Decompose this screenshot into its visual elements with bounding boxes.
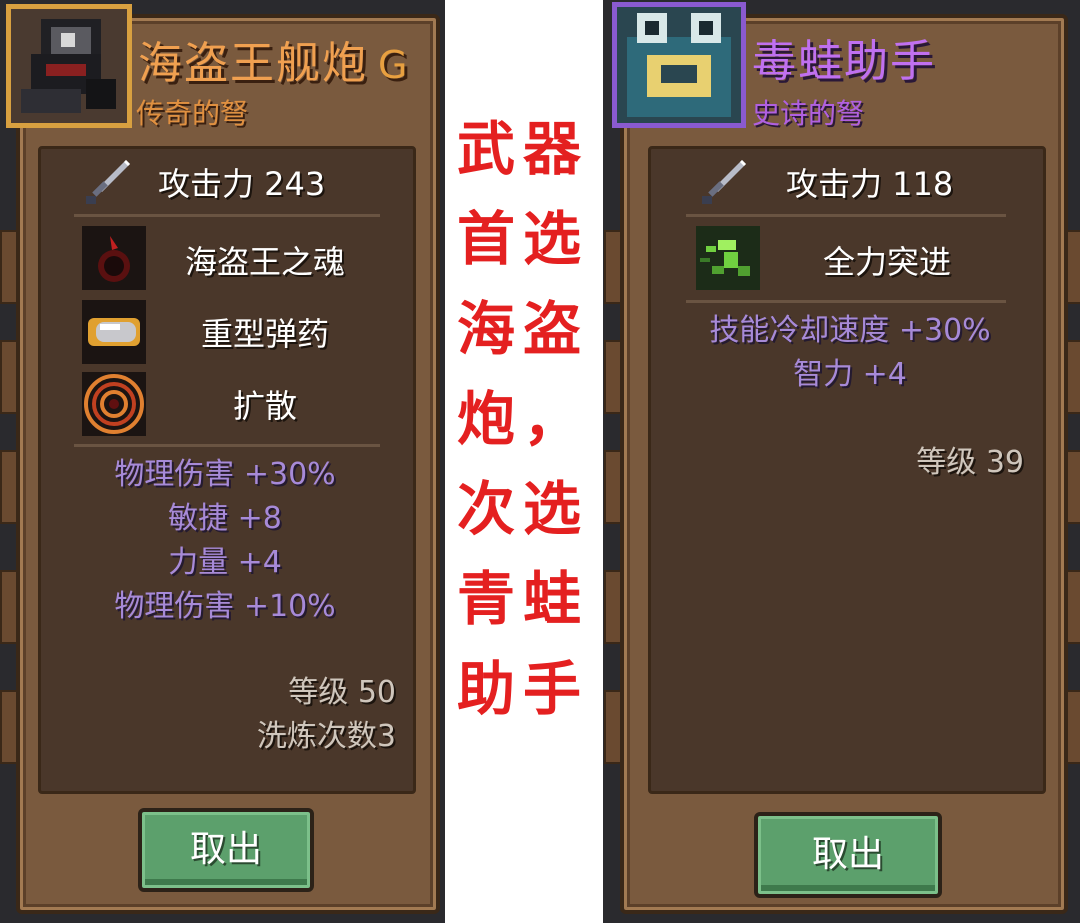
divider: [74, 214, 380, 217]
item-grade: G: [378, 43, 410, 87]
annotation-char: 海: [456, 295, 515, 363]
dash-icon: [700, 240, 750, 276]
annotation-column-2: 器 选 盗 ， 选 蛙 手: [522, 104, 582, 734]
stat-line: 技能冷却速度 +30%: [709, 313, 991, 348]
annotation-char: 手: [522, 655, 581, 723]
annotation-char: 炮: [456, 385, 515, 453]
annotation-char: 首: [456, 205, 515, 273]
item-name-right: 毒蛙助手: [752, 36, 936, 87]
stat-line: 物理伤害 +30%: [114, 457, 336, 492]
frog-icon: [617, 7, 741, 123]
annotation-char: 次: [456, 475, 515, 543]
skill-icon-slot: [696, 226, 760, 290]
side-tab: [1066, 690, 1080, 764]
sword-icon: [702, 160, 746, 204]
side-tab: [1066, 340, 1080, 414]
sword-icon: [86, 160, 130, 204]
divider: [686, 214, 1006, 217]
attack-stat-left: 攻击力 243: [158, 165, 326, 203]
side-tab: [1066, 570, 1080, 644]
annotation-column-1: 武 首 海 炮 次 青 助: [456, 104, 516, 734]
stat-line: 物理伤害 +10%: [114, 589, 336, 624]
skill-label: 全力突进: [822, 243, 951, 281]
annotation-char: ，: [522, 385, 581, 453]
divider: [74, 444, 380, 447]
annotation-char: 蛙: [522, 565, 581, 633]
stat-line: 敏捷 +8: [168, 501, 282, 536]
skill-label: 海盗王之魂: [184, 243, 345, 281]
attack-stat-right: 攻击力 118: [786, 165, 954, 203]
item-rarity-right: 史诗的弩: [752, 97, 865, 130]
annotation-char: 青: [456, 565, 515, 633]
annotation-char: 选: [522, 205, 581, 273]
divider: [686, 300, 1006, 303]
annotation-char: 盗: [522, 295, 581, 363]
reforge-count: 洗炼次数3: [256, 719, 396, 754]
item-level-left: 等级 50: [288, 675, 396, 710]
annotation-char: 武: [456, 115, 515, 183]
side-tab: [1066, 450, 1080, 524]
pirate-cannon-icon: [11, 9, 127, 123]
item-name-left: 海盗王舰炮 G: [138, 38, 410, 89]
side-tab: [1066, 230, 1080, 304]
spread-rings-icon: [84, 374, 144, 434]
annotation-char: 器: [522, 115, 581, 183]
pirate-cannon-portrait: [6, 4, 132, 128]
annotation-char: 助: [456, 655, 515, 723]
skill-icon-slot: [82, 372, 146, 436]
take-out-button-right[interactable]: 取出: [754, 812, 942, 898]
annotation-char: 选: [522, 475, 581, 543]
skill-label: 重型弹药: [200, 315, 329, 353]
heavy-bullet-icon: [88, 318, 140, 346]
stat-line: 智力 +4: [793, 357, 907, 392]
item-level-right: 等级 39: [916, 445, 1024, 480]
fire-orb-icon: [98, 236, 130, 282]
skill-icon-slot: [82, 300, 146, 364]
take-out-button-left[interactable]: 取出: [138, 808, 314, 892]
stat-line: 力量 +4: [168, 545, 282, 580]
item-rarity-left: 传奇的弩: [136, 97, 249, 130]
skill-icon-slot: [82, 226, 146, 290]
poison-frog-portrait: [612, 2, 746, 128]
skill-label: 扩散: [232, 387, 297, 425]
